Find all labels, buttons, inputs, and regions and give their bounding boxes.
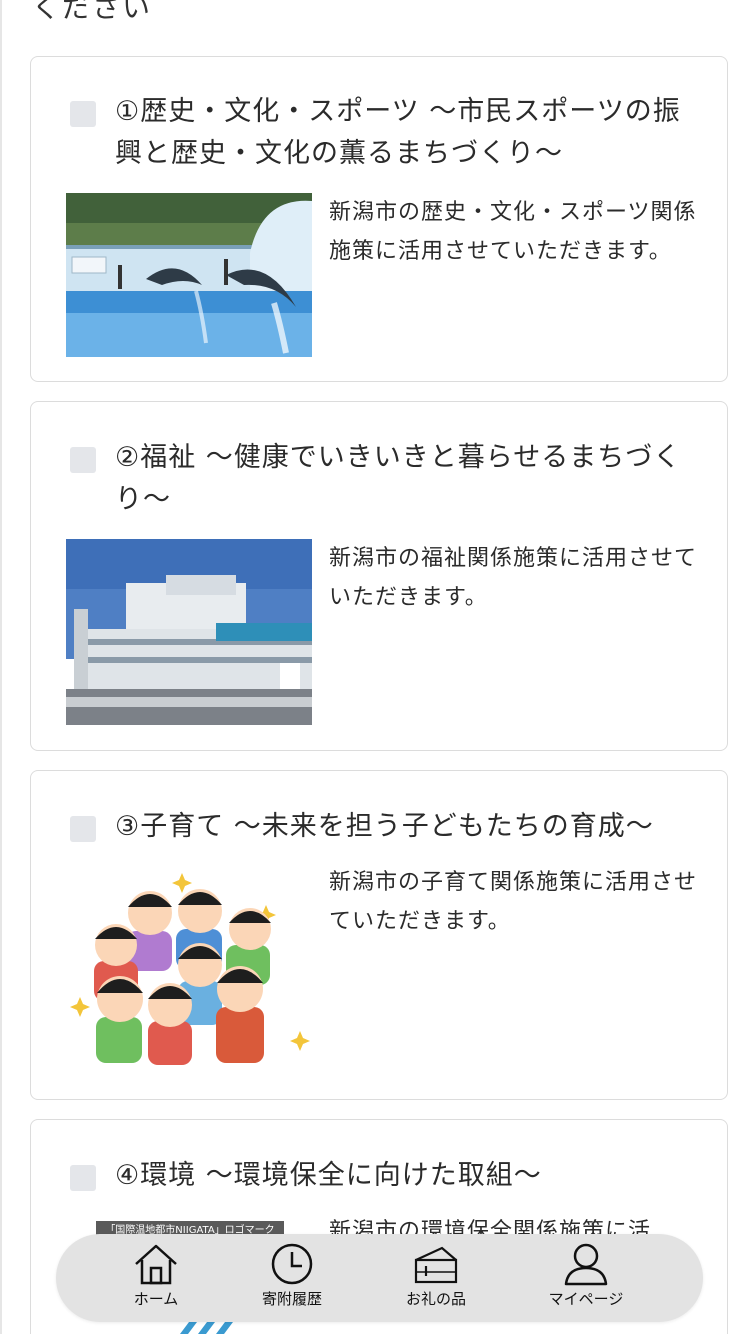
section-instruction-text: ください: [32, 0, 153, 24]
dolphin-show-photo: [66, 193, 312, 357]
project-title-4: ④環境 ～環境保全に向けた取組～: [115, 1160, 542, 1191]
project-description-2: 新潟市の福祉関係施策に活用させていただきます。: [329, 546, 698, 610]
nav-home[interactable]: ホーム: [96, 1242, 216, 1318]
nav-donation-history[interactable]: 寄附履歴: [232, 1242, 352, 1318]
gift-icon: [376, 1242, 496, 1286]
page-left-border: [0, 0, 2, 1334]
project-checkbox-3[interactable]: [70, 816, 96, 842]
person-icon: [526, 1242, 646, 1286]
project-description-1: 新潟市の歴史・文化・スポーツ関係施策に活用させていただきます。: [329, 200, 697, 264]
nav-mypage[interactable]: マイページ: [526, 1242, 646, 1318]
welfare-building-photo: [66, 539, 312, 725]
project-card-3[interactable]: ③子育て ～未来を担う子どもたちの育成～ 新潟市の子育て関係施策に活用させていた…: [30, 770, 728, 1100]
project-card-1[interactable]: ①歴史・文化・スポーツ ～市民スポーツの振興と歴史・文化の薫るまちづくり～ 新潟…: [30, 56, 728, 382]
project-card-2[interactable]: ②福祉 ～健康でいきいきと暮らせるまちづくり～ 新潟市の福祉関係施策に活用させて…: [30, 401, 728, 751]
project-checkbox-1[interactable]: [70, 101, 96, 127]
project-checkbox-2[interactable]: [70, 447, 96, 473]
project-description-3: 新潟市の子育て関係施策に活用させていただきます。: [329, 870, 698, 934]
nav-gifts[interactable]: お礼の品: [376, 1242, 496, 1318]
project-title-2: ②福祉 ～健康でいきいきと暮らせるまちづくり～: [115, 442, 682, 515]
project-checkbox-4[interactable]: [70, 1165, 96, 1191]
children-illustration: [66, 871, 312, 1067]
clock-icon: [232, 1242, 352, 1286]
home-icon: [96, 1242, 216, 1286]
nav-gifts-label: お礼の品: [405, 1290, 466, 1308]
nav-home-label: ホーム: [133, 1290, 179, 1308]
bottom-nav-bar: ホーム 寄附履歴 お礼の品 マイページ: [56, 1234, 703, 1322]
project-title-1: ①歴史・文化・スポーツ ～市民スポーツの振興と歴史・文化の薫るまちづくり～: [115, 96, 681, 169]
project-title-3: ③子育て ～未来を担う子どもたちの育成～: [115, 811, 654, 842]
nav-mypage-label: マイページ: [548, 1290, 624, 1308]
nav-donation-history-label: 寄附履歴: [261, 1290, 322, 1308]
